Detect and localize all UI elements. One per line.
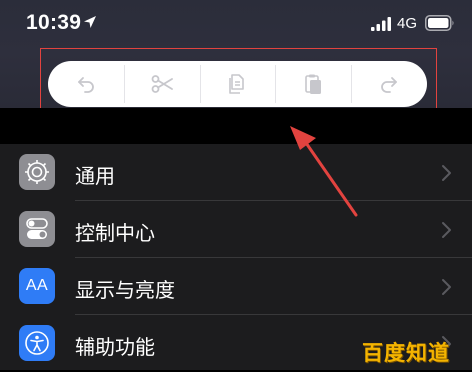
settings-row-control-center[interactable]: 控制中心: [0, 201, 472, 258]
text-size-icon: AA: [19, 268, 55, 304]
cellular-signal-icon: [371, 17, 391, 31]
status-time: 10:39: [26, 11, 82, 34]
accessibility-icon: [19, 325, 55, 361]
battery-icon: [425, 15, 454, 31]
settings-row-label: 通用: [75, 164, 115, 188]
settings-row-label: 显示与亮度: [75, 278, 175, 302]
chevron-right-icon: [442, 222, 451, 238]
chevron-right-icon: [442, 279, 451, 295]
watermark-logo: 百度知道: [362, 341, 450, 365]
location-arrow-icon: [84, 16, 96, 28]
status-bar: 10:39 4G: [0, 0, 472, 50]
text-size-glyph: AA: [25, 277, 49, 294]
settings-row-label: 控制中心: [75, 221, 155, 245]
toggles-icon: [19, 211, 55, 247]
gear-icon: [19, 154, 55, 190]
settings-row-display-brightness[interactable]: AA 显示与亮度: [0, 258, 472, 315]
section-spacer: [0, 108, 472, 144]
settings-row-label: 辅助功能: [75, 335, 155, 359]
network-type-label: 4G: [397, 15, 418, 32]
settings-row-general[interactable]: 通用: [0, 144, 472, 201]
chevron-right-icon: [442, 165, 451, 181]
